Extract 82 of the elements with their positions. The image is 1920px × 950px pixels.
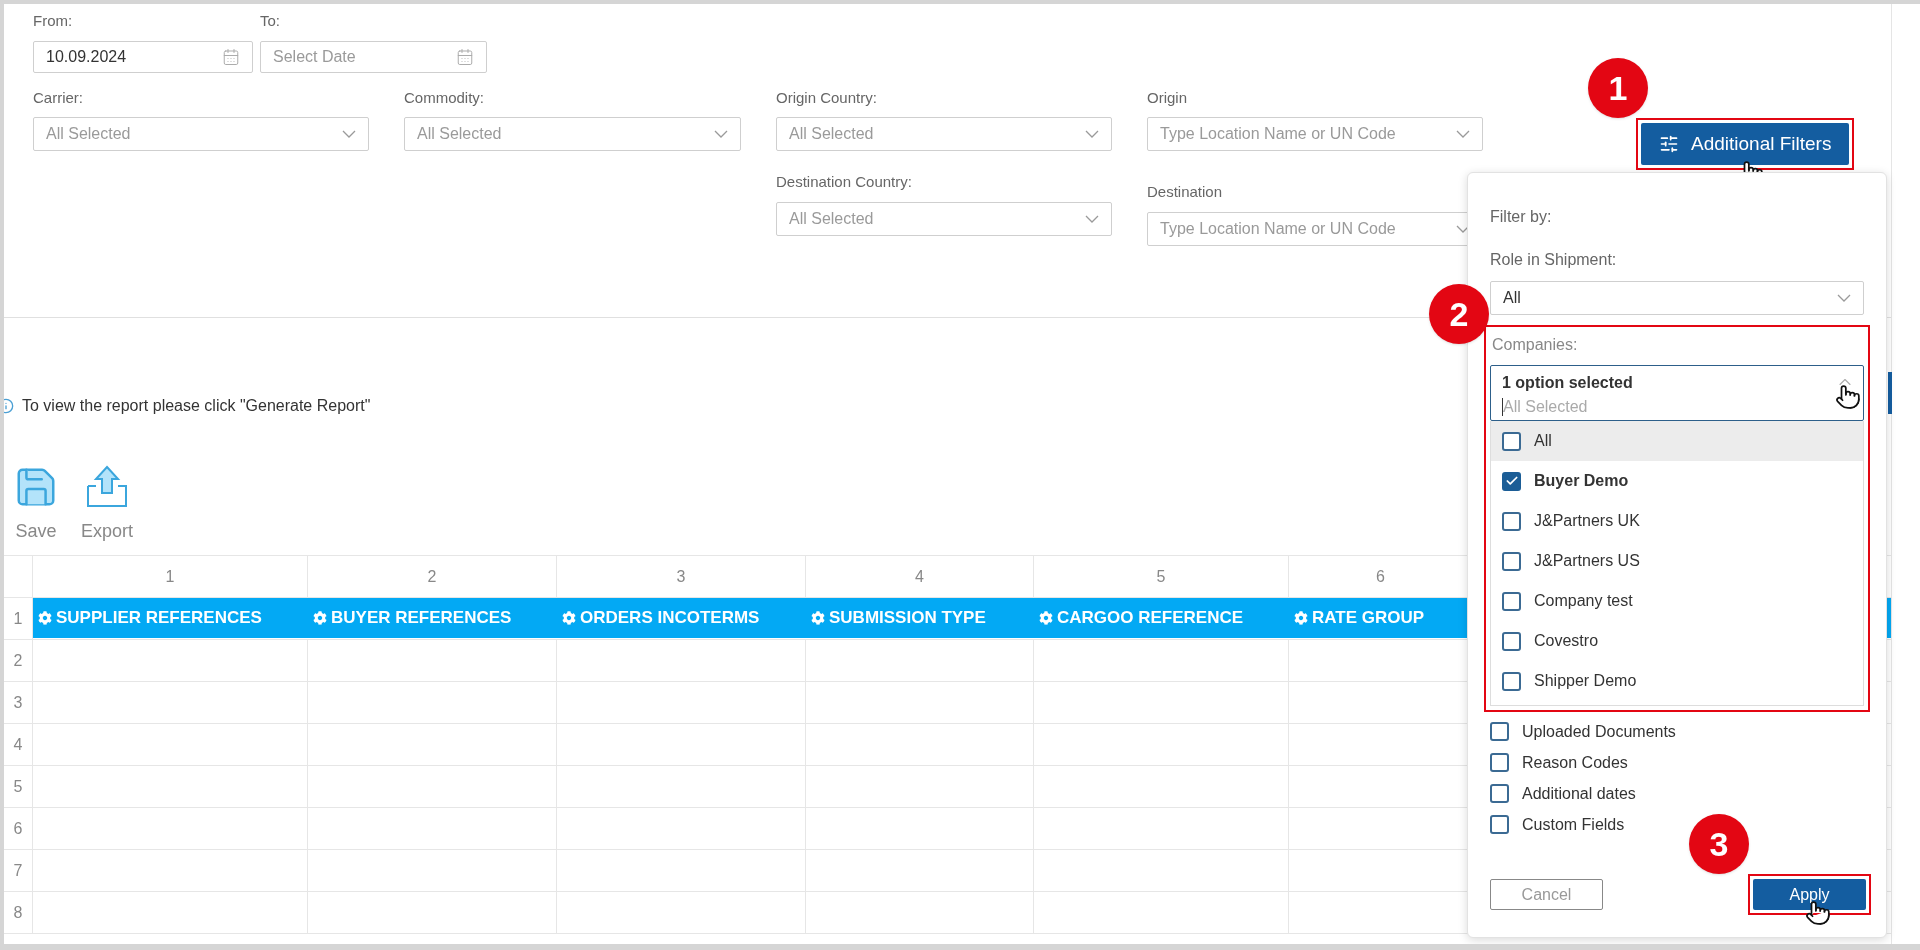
date-field[interactable]: 10.09.2024 — [33, 40, 253, 73]
checkbox[interactable] — [1490, 722, 1509, 741]
checkbox-label: Reason Codes — [1522, 752, 1628, 773]
gear-icon — [1294, 611, 1308, 625]
companies-multiselect[interactable]: 1 option selected All Selected — [1490, 365, 1864, 421]
check-icon — [1504, 474, 1519, 488]
chevron-down-icon — [1085, 130, 1099, 138]
info-message: To view the report please click "Generate Report" — [22, 396, 371, 416]
role-select[interactable]: All — [1490, 281, 1864, 315]
column-header[interactable]: BUYER REFERENCES — [313, 605, 512, 631]
column-header[interactable]: RATE GROUP — [1294, 605, 1425, 631]
column-number: 6 — [1376, 566, 1385, 587]
field-label: To: — [260, 11, 281, 31]
field-label: Commodity: — [404, 87, 486, 108]
row-number: 2 — [13, 650, 23, 671]
row-number: 4 — [13, 734, 23, 755]
checkbox[interactable] — [1502, 431, 1521, 451]
checkbox-label: Uploaded Documents — [1522, 721, 1676, 742]
gear-icon — [38, 611, 52, 625]
apply-button[interactable]: Apply — [1753, 879, 1866, 910]
gear-icon — [811, 611, 825, 625]
column-number: 4 — [915, 566, 924, 587]
select-field[interactable]: All Selected — [776, 117, 1112, 151]
row-number: 6 — [13, 818, 23, 839]
column-number: 1 — [165, 566, 175, 587]
select-field[interactable]: Type Location Name or UN Code — [1147, 117, 1483, 151]
save-button[interactable]: Save — [13, 464, 59, 545]
cancel-button[interactable]: Cancel — [1490, 879, 1603, 910]
field-label: Companies: — [1491, 335, 1579, 355]
field-label: Destination — [1147, 182, 1224, 202]
checkbox[interactable] — [1502, 551, 1521, 571]
popup-title: Filter by: — [1490, 207, 1553, 227]
select-field[interactable]: All Selected — [404, 117, 741, 151]
column-number: 2 — [427, 566, 437, 587]
checkbox[interactable] — [1502, 591, 1521, 611]
checkbox[interactable] — [1490, 753, 1509, 772]
chevron-down-icon — [1456, 130, 1470, 138]
chevron-down-icon — [1837, 294, 1851, 302]
chevron-down-icon — [342, 130, 356, 138]
checkbox[interactable] — [1490, 815, 1509, 834]
export-button[interactable]: Export — [81, 464, 134, 545]
field-label: Role in Shipment: — [1490, 250, 1618, 270]
field-label: Origin — [1147, 87, 1188, 108]
field-label: Origin Country: — [776, 87, 878, 108]
hand-cursor-icon — [1835, 384, 1861, 410]
column-number: 5 — [1156, 566, 1166, 587]
date-field[interactable]: Select Date — [260, 40, 487, 73]
select-field[interactable]: All Selected — [776, 201, 1112, 236]
gear-icon — [313, 611, 327, 625]
row-number: 1 — [13, 608, 23, 629]
field-label: From: — [33, 11, 74, 31]
field-label: Carrier: — [33, 87, 84, 108]
row-number: 5 — [13, 776, 23, 797]
column-header[interactable]: SUBMISSION TYPE — [811, 605, 986, 631]
checkbox[interactable] — [1502, 631, 1521, 651]
sliders-icon — [1659, 134, 1679, 154]
row-number: 7 — [13, 860, 23, 881]
step-number-badge: 2 — [1429, 284, 1489, 344]
company-option[interactable]: All — [1491, 421, 1863, 461]
row-number: 8 — [13, 902, 23, 923]
checkbox[interactable] — [1502, 471, 1521, 491]
checkbox-label: Additional dates — [1522, 783, 1636, 804]
checkbox[interactable] — [1502, 671, 1521, 691]
checkbox-label: Custom Fields — [1522, 814, 1625, 835]
column-header[interactable]: CARGOO REFERENCE — [1039, 605, 1244, 631]
calendar-icon — [222, 47, 240, 66]
column-header[interactable]: ORDERS INCOTERMS — [562, 605, 760, 631]
additional-filters-button[interactable]: Additional Filters — [1641, 123, 1850, 165]
column-header[interactable]: SUPPLIER REFERENCES — [38, 605, 262, 631]
step-number-badge: 1 — [1588, 58, 1648, 118]
checkbox[interactable] — [1490, 784, 1509, 803]
field-label: Destination Country: — [776, 172, 913, 192]
column-number: 3 — [676, 566, 686, 587]
gear-icon — [562, 611, 576, 625]
upload-arrow-icon — [84, 464, 130, 510]
row-number: 3 — [13, 692, 23, 713]
checkbox[interactable] — [1502, 511, 1521, 531]
gear-icon — [1039, 611, 1053, 625]
chevron-down-icon — [714, 130, 728, 138]
select-field[interactable]: All Selected — [33, 117, 369, 151]
calendar-icon — [456, 47, 474, 66]
chevron-down-icon — [1085, 214, 1099, 223]
